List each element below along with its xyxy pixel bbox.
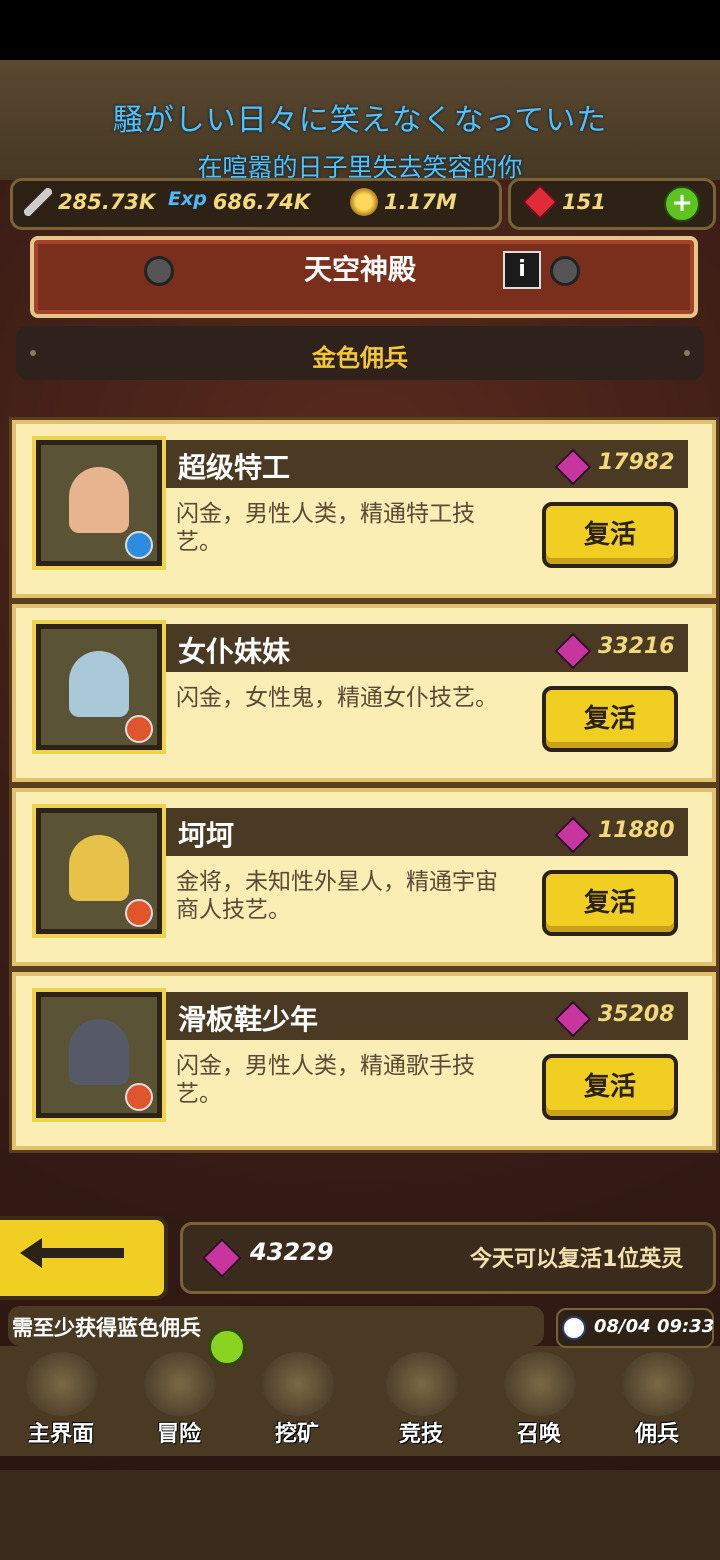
exp-icon: Exp	[168, 188, 207, 210]
mercenary-description: 闪金，男性人类，精通特工技艺。	[176, 501, 475, 555]
mercenary-portrait	[36, 624, 162, 750]
mercenary-description: 闪金，女性鬼，精通女仆技艺。	[176, 685, 498, 711]
back-arrow-icon	[20, 1238, 124, 1268]
page-title: 天空神殿	[303, 253, 416, 286]
mercenary-portrait	[36, 808, 162, 934]
mercenary-card: 滑板鞋少年 35208 闪金，男性人类，精通歌手技艺。 复活	[12, 972, 716, 1150]
class-badge-icon	[125, 715, 153, 743]
class-badge-icon	[125, 531, 153, 559]
mercenary-name: 滑板鞋少年	[178, 1003, 319, 1036]
info-button[interactable]: i	[503, 251, 541, 289]
character-icon	[69, 467, 129, 533]
gold-value: 1.17M	[384, 190, 457, 214]
lyric-line-1: 騒がしい日々に笑えなくなっていた	[112, 103, 608, 138]
star-character-icon	[69, 835, 129, 901]
mercenary-description: 金将，未知性外星人，精通宇宙商人技艺。	[176, 869, 498, 923]
attack-value: 285.73K	[58, 190, 156, 214]
nav-mining[interactable]: 挖矿	[238, 1346, 356, 1456]
gold-resource: 1.17M	[350, 186, 457, 218]
character-icon	[69, 651, 129, 717]
bottom-frame	[0, 1470, 720, 1560]
character-icon	[69, 1019, 129, 1085]
mercenary-description: 闪金，男性人类，精通歌手技艺。	[176, 1053, 475, 1107]
gold-coin-icon	[350, 188, 378, 216]
island-icon	[144, 1352, 216, 1416]
revive-price: 17982	[598, 450, 675, 475]
revive-price: 35208	[598, 1002, 675, 1027]
mercenary-portrait	[36, 992, 162, 1118]
mercenary-card: 女仆妹妹 33216 闪金，女性鬼，精通女仆技艺。 复活	[12, 604, 716, 782]
summon-scroll-icon	[504, 1352, 576, 1416]
clock-icon	[562, 1316, 586, 1340]
mercenary-name: 超级特工	[178, 451, 291, 484]
revive-button[interactable]: 复活	[542, 870, 678, 936]
revive-button[interactable]: 复活	[542, 686, 678, 752]
nav-label: 主界面	[27, 1422, 94, 1447]
revive-button[interactable]: 复活	[542, 502, 678, 568]
ruby-resource: 151	[523, 185, 606, 219]
exp-value: 686.74K	[212, 190, 311, 214]
sword-icon	[24, 188, 52, 216]
tent-icon	[622, 1352, 694, 1416]
class-badge-icon	[125, 899, 153, 927]
nav-label: 佣兵	[634, 1422, 679, 1447]
crossed-swords-icon	[386, 1352, 458, 1416]
revive-limit-note: 今天可以复活1位英灵	[470, 1247, 684, 1272]
map-scroll-icon	[26, 1352, 98, 1416]
ticker-text: 需至少获得蓝色佣兵	[12, 1316, 201, 1340]
nav-arena[interactable]: 竞技	[362, 1346, 480, 1456]
datetime: 08/04 09:33	[594, 1316, 715, 1337]
pickaxe-icon	[262, 1352, 334, 1416]
add-ruby-button[interactable]: +	[664, 186, 700, 222]
exp-resource: Exp 686.74K	[168, 186, 310, 218]
nav-summon[interactable]: 召唤	[480, 1346, 598, 1456]
revive-price: 11880	[598, 818, 675, 843]
revive-button[interactable]: 复活	[542, 1054, 678, 1120]
nav-label: 召唤	[516, 1422, 561, 1447]
mercenary-card: 超级特工 17982 闪金，男性人类，精通特工技艺。 复活	[12, 420, 716, 598]
nav-adventure[interactable]: 冒险	[120, 1346, 238, 1456]
revive-price: 33216	[598, 634, 675, 659]
mercenary-name: 坷坷	[178, 819, 235, 852]
class-badge-icon	[125, 1083, 153, 1111]
status-bar	[0, 0, 720, 60]
nav-label: 竞技	[398, 1422, 443, 1447]
section-title: 金色佣兵	[312, 344, 408, 372]
mercenary-card: 坷坷 11880 金将，未知性外星人，精通宇宙商人技艺。 复活	[12, 788, 716, 966]
nav-label: 冒险	[156, 1422, 201, 1447]
nav-main[interactable]: 主界面	[2, 1346, 120, 1456]
ruby-icon	[523, 185, 557, 219]
nav-mercenary[interactable]: 佣兵	[598, 1346, 716, 1456]
nav-label: 挖矿	[274, 1422, 319, 1447]
gem-total: 43229	[250, 1238, 334, 1266]
mercenary-name: 女仆妹妹	[178, 635, 291, 668]
ruby-value: 151	[562, 190, 606, 214]
mercenary-portrait	[36, 440, 162, 566]
attack-resource: 285.73K	[24, 186, 155, 218]
